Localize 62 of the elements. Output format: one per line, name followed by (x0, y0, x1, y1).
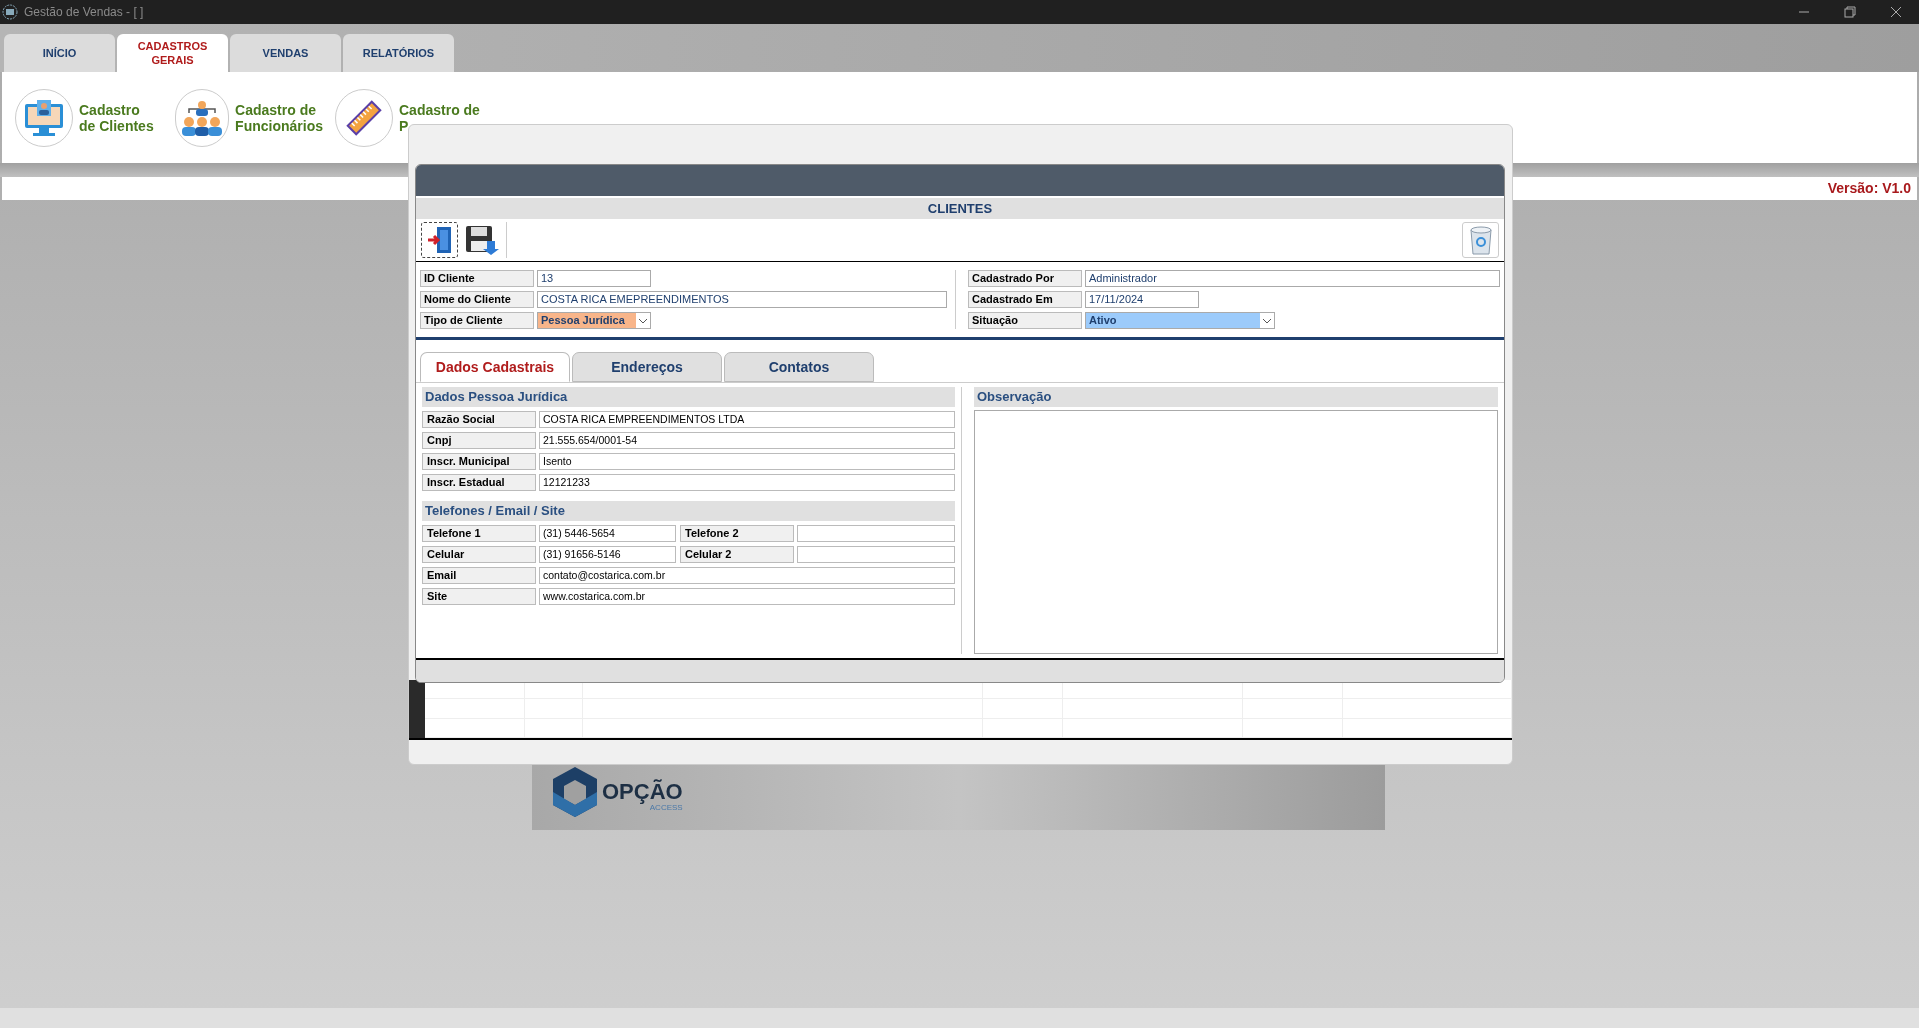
input-field[interactable]: 13 (537, 270, 651, 287)
field-label: Telefone 2 (680, 525, 794, 542)
ribbon-button-label[interactable]: Cadastro de P (399, 101, 480, 134)
field-label: Tipo de Cliente (420, 312, 534, 329)
field-label: Situação (968, 312, 1082, 329)
field-label: Razão Social (422, 411, 536, 428)
dropdown[interactable]: Pessoa Jurídica (537, 312, 651, 329)
restore-icon[interactable] (1843, 5, 1857, 19)
ribbon-button-label[interactable]: Cadastro de Clientes (79, 101, 154, 134)
floppy-disk-icon (465, 225, 499, 255)
selected-value: Ativo (1086, 313, 1260, 328)
close-icon[interactable] (1889, 5, 1903, 19)
section-title: Dados Pessoa Jurídica (425, 388, 568, 407)
logo-tagline: ACCESS (649, 803, 683, 812)
delete-button[interactable] (1462, 222, 1499, 258)
logo-name: OPÇÃO (602, 781, 683, 803)
field-label: Celular 2 (680, 546, 794, 563)
input-field[interactable]: www.costarica.com.br (539, 588, 955, 605)
ribbon-tab[interactable]: VENDAS (230, 34, 341, 72)
field-label: Cadastrado Por (968, 270, 1082, 287)
form-tab[interactable]: Contatos (724, 352, 874, 382)
field-label: Inscr. Estadual (422, 474, 536, 491)
field-label: Nome do Cliente (420, 291, 534, 308)
input-field[interactable]: COSTA RICA EMEPREENDIMENTOS (537, 291, 947, 308)
app-icon (2, 4, 18, 20)
field-label: Telefone 1 (422, 525, 536, 542)
field-label: Cnpj (422, 432, 536, 449)
field-label: Inscr. Municipal (422, 453, 536, 470)
form-tab[interactable]: Endereços (572, 352, 722, 382)
field-label: Site (422, 588, 536, 605)
hexagon-logo-icon (552, 766, 598, 818)
ribbon-tab[interactable]: CADASTROS GERAIS (117, 34, 228, 72)
dialog-title: CLIENTES (927, 199, 993, 218)
notes-field[interactable] (974, 410, 1498, 654)
selected-value: Pessoa Jurídica (538, 313, 636, 328)
window-title: Gestão de Vendas - [ ] (24, 4, 144, 21)
input-field[interactable] (797, 525, 955, 542)
ribbon-tab[interactable]: INÍCIO (4, 34, 115, 72)
exit-button[interactable] (421, 222, 458, 258)
input-field[interactable]: contato@costarica.com.br (539, 567, 955, 584)
dropdown[interactable]: Ativo (1085, 312, 1275, 329)
input-field[interactable]: COSTA RICA EMPREENDIMENTOS LTDA (539, 411, 955, 428)
form-tab[interactable]: Dados Cadastrais (420, 352, 570, 382)
field-label: Email (422, 567, 536, 584)
input-field[interactable]: 17/11/2024 (1085, 291, 1199, 308)
section-title: Telefones / Email / Site (425, 502, 565, 521)
field-label: Celular (422, 546, 536, 563)
section-title: Observação (977, 388, 1052, 407)
input-field[interactable]: (31) 91656-5146 (539, 546, 676, 563)
input-field[interactable]: Isento (539, 453, 955, 470)
ribbon-button-label[interactable]: Cadastro de Funcionários (235, 101, 323, 134)
ribbon-tab[interactable]: RELATÓRIOS (343, 34, 454, 72)
field-label: Cadastrado Em (968, 291, 1082, 308)
input-field[interactable]: 21.555.654/0001-54 (539, 432, 955, 449)
field-label: ID Cliente (420, 270, 534, 287)
version-label: Versão: V1.0 (1827, 179, 1911, 198)
input-field[interactable]: (31) 5446-5654 (539, 525, 676, 542)
input-field[interactable]: Administrador (1085, 270, 1500, 287)
door-icon (425, 225, 454, 255)
input-field[interactable]: 12121233 (539, 474, 955, 491)
input-field[interactable] (797, 546, 955, 563)
trash-bin-icon (1468, 225, 1493, 255)
